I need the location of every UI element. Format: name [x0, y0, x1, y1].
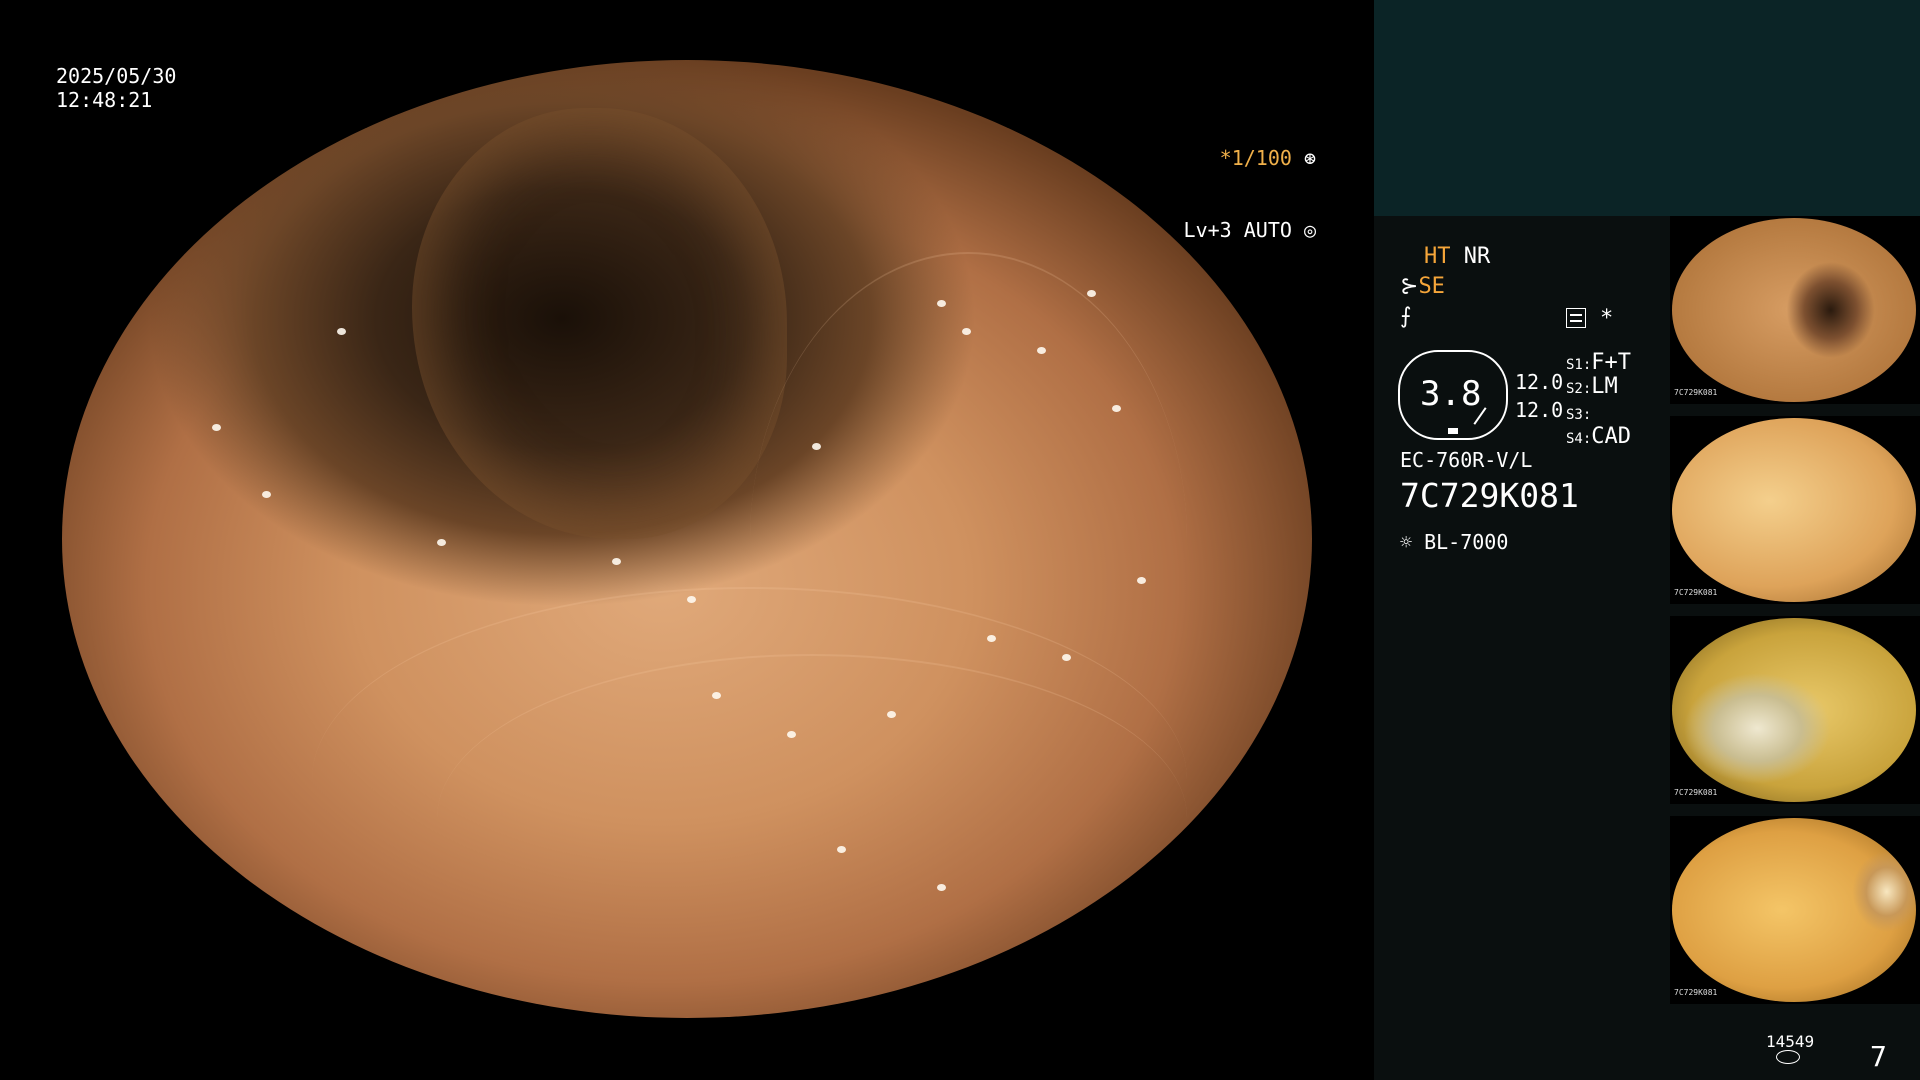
thumbnail-image: [1672, 818, 1916, 1002]
storage-icon: [1776, 1050, 1800, 1064]
specular-highlight: [1112, 404, 1121, 412]
gauge-value: 3.8: [1420, 374, 1482, 414]
specular-highlight: [212, 424, 221, 432]
switch-1-label: S1:: [1566, 357, 1592, 373]
scope-serial: 7C729K081: [1400, 476, 1579, 515]
brightness-level: Lv+3 AUTO: [1183, 218, 1292, 242]
gauge-reading-2: 12.0: [1515, 398, 1564, 422]
gauge-marker: [1448, 428, 1458, 434]
specular-highlight: [937, 299, 946, 307]
specular-highlight: [1087, 289, 1096, 297]
endoscope-main-view: [62, 60, 1312, 1018]
capture-thumbnail[interactable]: 7C729K081: [1670, 616, 1920, 804]
thumbnail-image: [1672, 418, 1916, 602]
specular-highlight: [987, 634, 996, 642]
light-source-label: BL-7000: [1424, 530, 1509, 554]
thumbnail-caption: 7C729K081: [1674, 388, 1718, 397]
se-row: ⊱SE: [1400, 274, 1445, 299]
gauge-reading-1: 12.0: [1515, 370, 1564, 394]
capture-thumbnail[interactable]: 7C729K081: [1670, 816, 1920, 1004]
specular-highlight: [837, 845, 846, 853]
thumbnail-image: [1672, 218, 1916, 402]
switch-2: S2:LM: [1566, 374, 1618, 399]
nr-label: NR: [1463, 244, 1491, 269]
settings-icon: [1566, 308, 1586, 328]
time: 12:48:21: [56, 88, 153, 112]
light-source-icon: ☼: [1400, 530, 1425, 554]
scope-model: EC-760R-V/L: [1400, 448, 1533, 472]
switch-1: S1:F+T: [1566, 350, 1631, 375]
shutter-speed: *1/100: [1219, 146, 1292, 170]
ht-label: HT: [1424, 244, 1451, 269]
specular-highlight: [262, 491, 271, 499]
image-count: 7: [1870, 1040, 1887, 1073]
date-time: 2025/05/30 12:48:21: [56, 64, 176, 112]
switch-4-value: CAD: [1591, 424, 1632, 449]
switch-3-label: S3:: [1566, 407, 1592, 423]
thumbnail-caption: 7C729K081: [1674, 988, 1718, 997]
capture-thumbnail[interactable]: 7C729K081: [1670, 416, 1920, 604]
date: 2025/05/30: [56, 64, 177, 88]
specular-highlight: [612, 558, 621, 566]
specular-highlight: [937, 883, 946, 891]
iris-icon: ◎: [1291, 218, 1316, 242]
specular-highlight: [787, 730, 796, 738]
specular-highlight: [1062, 653, 1071, 661]
lumen: [412, 108, 787, 539]
exposure-info: *1/100 ⊛ Lv+3 AUTO ◎: [1184, 98, 1316, 266]
switch-2-value: LM: [1591, 374, 1618, 399]
specular-highlight: [437, 539, 446, 546]
aperture-icon: ⊛: [1291, 146, 1316, 170]
switch-2-label: S2:: [1566, 381, 1592, 397]
switch-4-label: S4:: [1566, 431, 1592, 447]
thumbnail-image: [1672, 618, 1916, 802]
light-source: ☼ BL-7000: [1400, 530, 1508, 554]
probe-icon: ⊱: [1400, 274, 1419, 299]
specular-highlight: [337, 328, 346, 336]
storage-count: 14549: [1766, 1032, 1815, 1051]
capture-thumbnail[interactable]: 7C729K081: [1670, 216, 1920, 404]
switch-1-value: F+T: [1591, 350, 1632, 375]
filter-icon: ⨍: [1400, 304, 1412, 329]
switch-4: S4:CAD: [1566, 424, 1631, 449]
asterisk-mark: *: [1600, 306, 1614, 331]
se-label: SE: [1418, 274, 1445, 299]
info-header-panel: [1374, 0, 1920, 216]
switch-3: S3:: [1566, 400, 1591, 425]
ht-nr-row: HT NR: [1424, 244, 1490, 269]
thumbnail-caption: 7C729K081: [1674, 588, 1718, 597]
mucosal-fold: [749, 251, 1187, 829]
thumbnail-caption: 7C729K081: [1674, 788, 1718, 797]
